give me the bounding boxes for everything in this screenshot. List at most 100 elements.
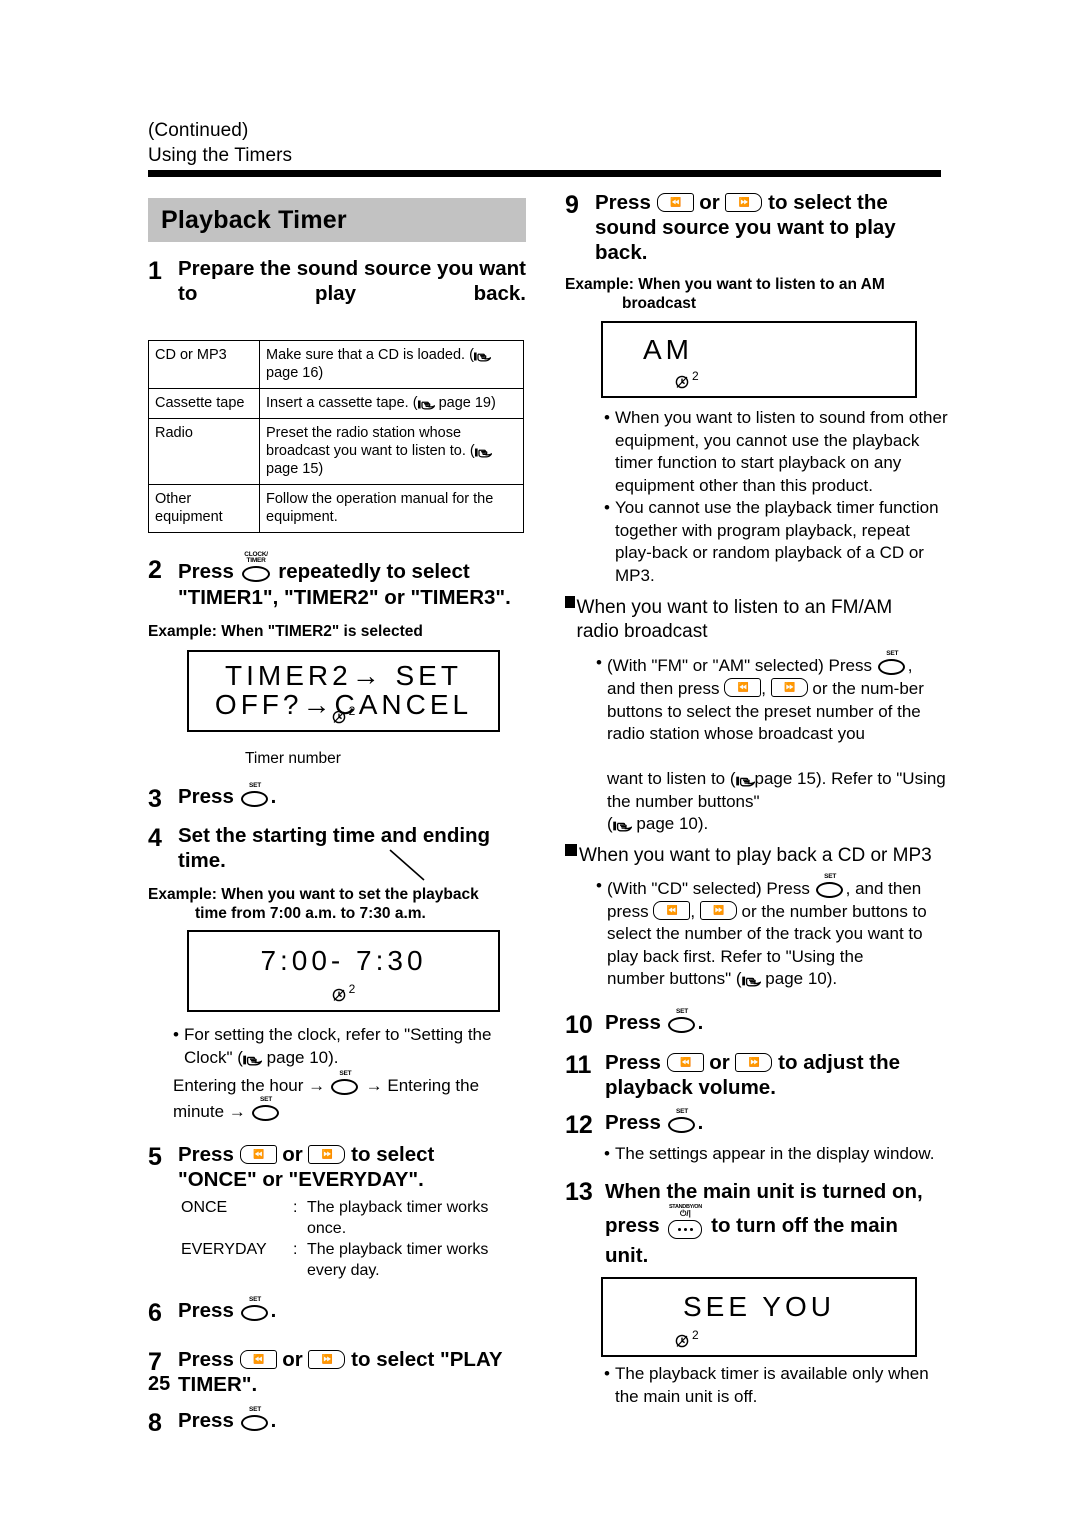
step-9-text: Press ⏪ or ⏩ to select the sound source …: [595, 191, 896, 264]
skip-previous-button[interactable]: ⏪: [653, 900, 691, 920]
set-button[interactable]: SET: [251, 1096, 282, 1124]
set-button-label: SET: [824, 872, 837, 880]
set-button[interactable]: SET: [240, 1406, 271, 1434]
display-line-1: 7:00- 7:30: [260, 945, 427, 976]
skip-previous-button[interactable]: ⏪: [666, 1052, 704, 1072]
skip-next-button[interactable]: ⏩: [735, 1052, 773, 1072]
pointing-hand-icon: [243, 1054, 262, 1066]
square-bullet-icon: [565, 596, 575, 608]
page-header: (Continued) Using the Timers: [148, 118, 938, 168]
cdmp3-heading: When you want to play back a CD or MP3: [565, 843, 935, 868]
set-button[interactable]: SET: [815, 872, 846, 901]
pointing-hand-icon: [473, 351, 491, 362]
pointing-hand-icon: [741, 975, 761, 987]
skip-previous-button[interactable]: ⏪: [239, 1145, 277, 1164]
set-button-label: SET: [676, 1007, 689, 1015]
step-12: 12 Press SET.: [565, 1107, 947, 1140]
table-cell-instruction: Follow the operation manual for the equi…: [259, 484, 524, 533]
timer-number: 2: [348, 981, 356, 996]
bullet-dot: •: [604, 1143, 610, 1163]
table-cell-instruction: Insert a cassette tape. ( page 19): [259, 388, 524, 419]
clock-icon: [332, 988, 346, 1002]
step-2-example-caption: Example: When "TIMER2" is selected: [148, 623, 423, 640]
note-text: The playback timer is available only whe…: [615, 1364, 929, 1406]
section-title-label: Playback Timer: [161, 205, 347, 234]
arrow-right-icon: →: [365, 1076, 383, 1095]
step-11: 11 Press ⏪ or ⏩ to adjust the playback v…: [565, 1050, 947, 1100]
table-row: CD or MP3 Make sure that a CD is loaded.…: [148, 340, 524, 389]
set-button-label: SET: [249, 1296, 262, 1303]
step-9-number: 9: [565, 191, 579, 219]
step-4-notes: • For setting the clock, refer to "Setti…: [173, 1024, 523, 1124]
note-bullet: • You cannot use the playback timer func…: [604, 497, 949, 587]
fmam-heading-label: When you want to listen to an FM/AM radi…: [576, 597, 893, 642]
note-text: The settings appear in the display windo…: [615, 1143, 935, 1163]
step-2-text: Press CLOCK/ TIMER repeatedly to select …: [178, 551, 511, 609]
skip-next-button[interactable]: ⏩: [699, 900, 737, 920]
pointing-hand-icon: [612, 820, 632, 832]
set-button[interactable]: SET: [330, 1070, 361, 1098]
step-10: 10 Press SET.: [565, 1007, 947, 1040]
skip-previous-button[interactable]: ⏪: [656, 193, 694, 212]
step-13-number: 13: [565, 1178, 593, 1206]
step-6: 6 Press SET.: [148, 1296, 526, 1328]
bullet-dot: •: [596, 653, 602, 672]
step-13: 13 When the main unit is turned on, pres…: [565, 1177, 947, 1271]
step-12-text: Press SET.: [605, 1107, 704, 1136]
step-13-text: When the main unit is turned on, press S…: [605, 1180, 923, 1267]
display-timer2: TIMER2→ SET OFF?→CANCEL 2: [187, 650, 500, 732]
skip-next-glyph: ⏩: [784, 682, 795, 692]
timer-number: 2: [692, 368, 699, 383]
button-oval: [877, 659, 905, 675]
dot: [677, 1228, 681, 1231]
header-rule: [148, 170, 941, 177]
note-text: You cannot use the playback timer functi…: [615, 498, 939, 585]
step-4: 4 Set the starting time and ending time.: [148, 823, 526, 873]
step-5-definitions: ONCE : The playback timer works once. EV…: [181, 1197, 526, 1281]
definition-term: EVERYDAY: [181, 1241, 267, 1258]
note-text: When you want to listen to sound from ot…: [615, 408, 948, 495]
definition-everyday: EVERYDAY : The playback timer works ever…: [181, 1239, 526, 1281]
step-9-example-line-1: Example: When you want to listen to an A…: [565, 276, 885, 293]
definition-separator: :: [293, 1199, 298, 1216]
standby-on-button[interactable]: STANDBY/ON ⏻/|: [665, 1204, 705, 1241]
fmam-heading: When you want to listen to an FM/AM radi…: [565, 596, 935, 644]
left-column: Playback Timer 1 Prepare the sound sourc…: [148, 198, 526, 1438]
step-7: 7 Press ⏪ or ⏩ to select "PLAY TIMER".: [148, 1347, 526, 1397]
set-button[interactable]: SET: [667, 1007, 698, 1036]
skip-next-button[interactable]: ⏩: [308, 1350, 346, 1369]
arrow-right-icon: →: [308, 1076, 326, 1095]
step-1-text: Prepare the sound source you want to pla…: [178, 257, 526, 305]
clock-timer-button[interactable]: CLOCK/ TIMER: [240, 551, 273, 585]
skip-next-button[interactable]: ⏩: [725, 193, 763, 212]
pointing-hand-icon: [735, 775, 755, 787]
display-line-1: AM: [643, 334, 693, 365]
set-button[interactable]: SET: [667, 1108, 698, 1136]
skip-next-button[interactable]: ⏩: [770, 678, 808, 697]
arrow-right-icon: →: [228, 1102, 246, 1121]
set-button[interactable]: SET: [240, 782, 271, 810]
note-bullet: • For setting the clock, refer to "Setti…: [173, 1024, 523, 1069]
step-8-text: Press SET.: [178, 1406, 277, 1434]
square-bullet-icon: [565, 843, 577, 856]
definition-desc: The playback timer works once.: [307, 1199, 489, 1237]
step-8-number: 8: [148, 1409, 162, 1437]
definition-term: ONCE: [181, 1199, 228, 1216]
step-11-number: 11: [565, 1050, 592, 1079]
clock-icon: [675, 375, 689, 389]
skip-next-button[interactable]: ⏩: [308, 1145, 346, 1164]
display-indicator: 2: [189, 704, 618, 726]
table-cell-instruction: Preset the radio station whose broadcast…: [259, 418, 524, 485]
definition-once: ONCE : The playback timer works once.: [181, 1197, 526, 1239]
set-button[interactable]: SET: [877, 650, 908, 678]
timer-number: 2: [692, 1327, 699, 1342]
cdmp3-body: • (With "CD" selected) Press SET, and th…: [596, 872, 948, 991]
skip-previous-glyph: ⏪: [737, 682, 749, 692]
skip-previous-button[interactable]: ⏪: [724, 678, 762, 697]
display-line-1: TIMER2→ SET: [225, 660, 462, 691]
table-row: Radio Preset the radio station whose bro…: [148, 418, 524, 485]
skip-previous-button[interactable]: ⏪: [239, 1350, 277, 1369]
bullet-dot: •: [173, 1025, 179, 1044]
set-button[interactable]: SET: [240, 1296, 271, 1324]
manual-page: (Continued) Using the Timers Playback Ti…: [0, 0, 1080, 1528]
